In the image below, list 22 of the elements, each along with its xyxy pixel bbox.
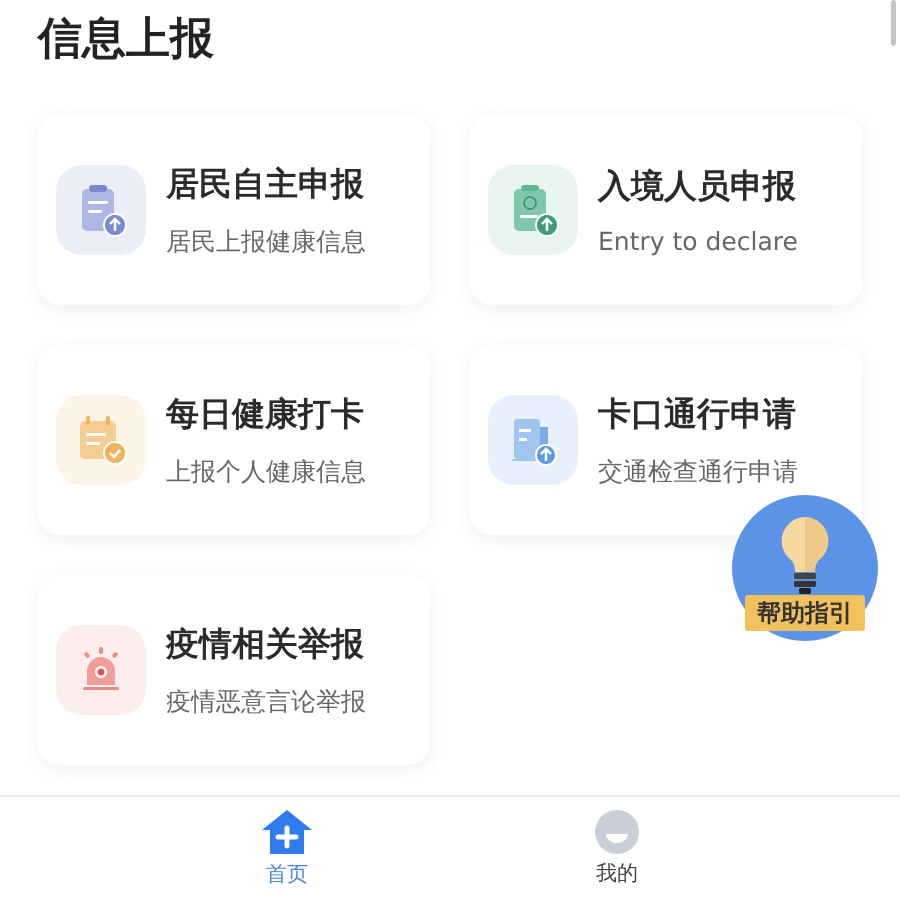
tab-item[interactable]: 我的 (586, 804, 648, 890)
smile-avatar-icon (594, 808, 640, 854)
service-card[interactable]: 卡口通行申请 交通检查通行申请 (470, 345, 862, 535)
card-subtitle: 疫情恶意言论举报 (166, 686, 366, 718)
service-card[interactable]: 入境人员申报 Entry to declare (470, 115, 862, 305)
card-subtitle: 交通检查通行申请 (598, 456, 798, 488)
card-title: 疫情相关举报 (166, 623, 364, 665)
card-subtitle: 居民上报健康信息 (166, 226, 366, 258)
service-card[interactable]: 每日健康打卡 上报个人健康信息 (38, 345, 430, 535)
home-plus-icon (260, 808, 314, 856)
card-subtitle: Entry to declare (598, 227, 798, 256)
service-card[interactable]: 疫情相关举报 疫情恶意言论举报 (38, 575, 430, 765)
card-title: 每日健康打卡 (166, 393, 364, 435)
card-title: 卡口通行申请 (598, 393, 796, 435)
help-button[interactable]: 帮助指引 (732, 495, 878, 641)
service-card[interactable]: 居民自主申报 居民上报健康信息 (38, 115, 430, 305)
card-subtitle: 上报个人健康信息 (166, 456, 366, 488)
tab-item[interactable]: 首页 (252, 804, 322, 892)
scrollbar (891, 0, 896, 46)
card-title: 入境人员申报 (598, 165, 796, 207)
page-title: 信息上报 (38, 12, 214, 66)
card-title: 居民自主申报 (166, 163, 364, 205)
